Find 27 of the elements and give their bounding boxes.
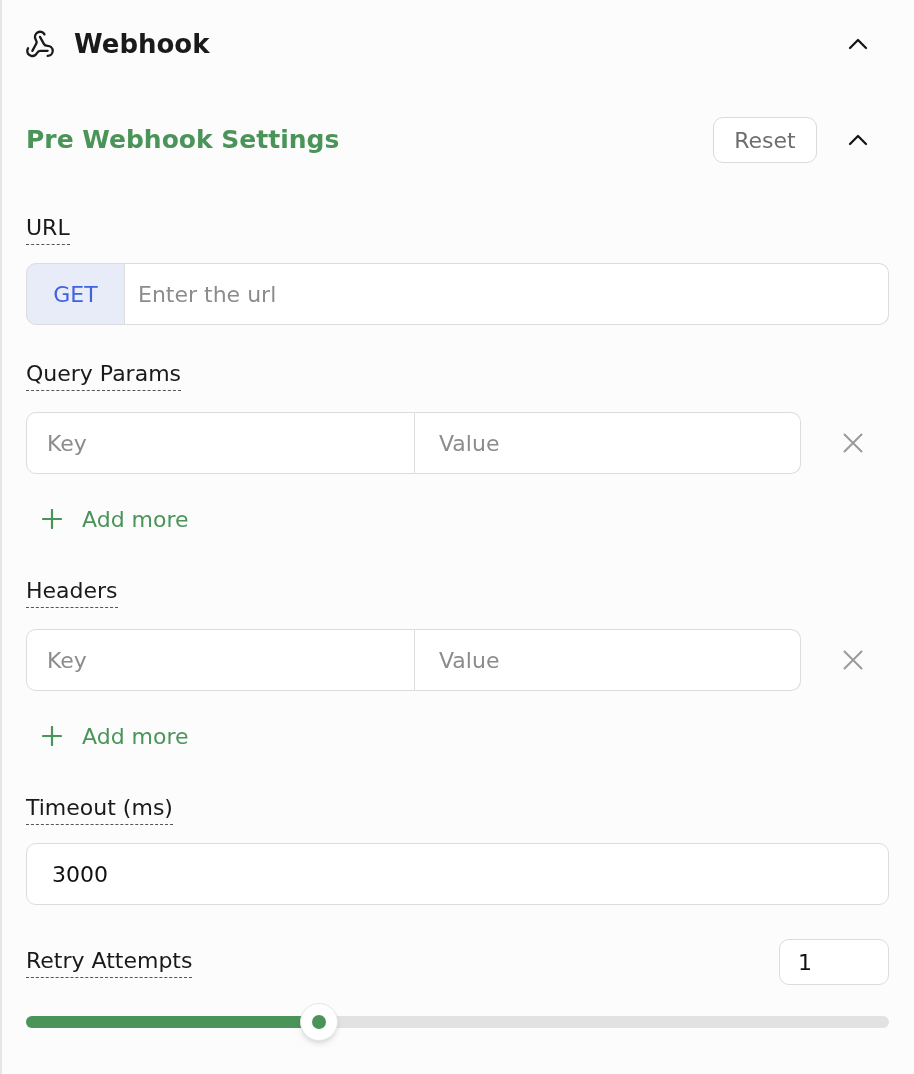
field-label: Query Params [26, 360, 182, 391]
add-more-button[interactable]: Add more [26, 716, 193, 756]
chevron-up-icon[interactable] [848, 134, 868, 146]
webhook-icon [26, 30, 54, 58]
close-icon[interactable] [843, 650, 863, 670]
field-label: Headers [26, 577, 118, 608]
plus-icon [42, 726, 62, 746]
close-icon[interactable] [843, 433, 863, 453]
value-field[interactable]: Value [415, 412, 801, 474]
plus-icon [42, 509, 62, 529]
field-label: URL [26, 214, 70, 245]
method-selector[interactable]: GET [26, 263, 125, 325]
key-field[interactable]: Key [26, 412, 415, 474]
field-label: Retry Attempts [26, 946, 193, 978]
slider-thumb[interactable] [300, 1003, 339, 1041]
slider-track[interactable] [26, 1003, 889, 1041]
input-field[interactable]: 3000 [26, 843, 889, 905]
url-field[interactable]: Enter the url [125, 263, 889, 325]
section-title: Pre Webhook Settings [26, 124, 340, 157]
field-label: Timeout (ms) [26, 794, 173, 825]
value-field[interactable]: Value [415, 629, 801, 691]
chevron-up-icon[interactable] [848, 38, 868, 50]
number-field[interactable]: 1 [779, 939, 889, 985]
panel-title: Webhook [74, 27, 210, 61]
key-field[interactable]: Key [26, 629, 415, 691]
add-more-button[interactable]: Add more [26, 499, 193, 539]
reset-button[interactable]: Reset [713, 117, 817, 163]
